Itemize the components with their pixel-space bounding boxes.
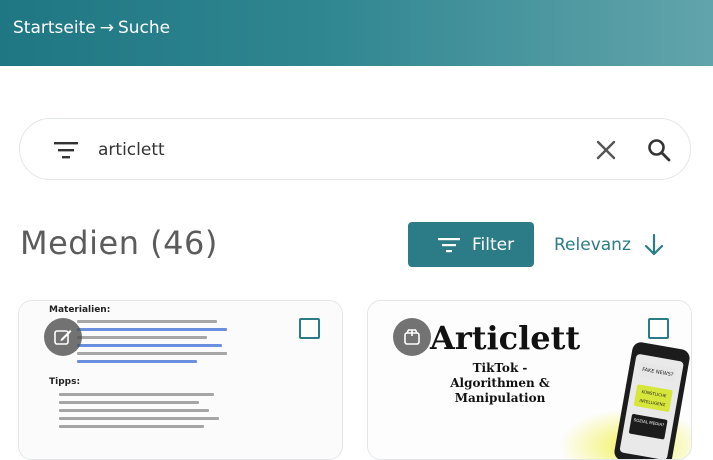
app-header: Startseite → Suche [0,0,713,66]
breadcrumb-home-link[interactable]: Startseite [13,18,96,38]
search-icon[interactable] [646,137,672,163]
breadcrumb: Startseite → Suche [13,18,170,38]
media-card[interactable]: Materialien: Tipps: [18,300,343,460]
doc-heading: Materialien: [49,305,111,315]
breadcrumb-separator-icon: → [99,18,114,38]
card-subtitle: TikTok - Algorithmen & Manipulation [450,361,550,405]
media-type-badge [393,318,431,356]
filter-lines-icon[interactable] [53,138,79,162]
filter-button[interactable]: Filter [408,222,534,267]
box-icon [404,329,420,345]
articlett-logo: Articlett [430,319,581,357]
results-title: Medien (46) [20,224,218,262]
sort-label: Relevanz [554,235,631,255]
search-input[interactable] [98,134,568,166]
select-checkbox[interactable] [299,318,320,339]
sort-dropdown[interactable]: Relevanz [554,233,665,257]
edit-icon [54,330,72,345]
doc-section-heading: Tipps: [49,377,81,387]
media-type-badge [44,318,82,356]
close-icon[interactable] [594,138,618,162]
breadcrumb-current: Suche [117,18,171,38]
filter-lines-icon [438,237,460,252]
select-checkbox[interactable] [648,318,669,339]
media-card[interactable]: Articlett TikTok - Algorithmen & Manipul… [367,300,692,460]
filter-button-label: Filter [472,234,515,255]
arrow-down-icon [644,233,663,256]
search-bar [19,118,691,180]
